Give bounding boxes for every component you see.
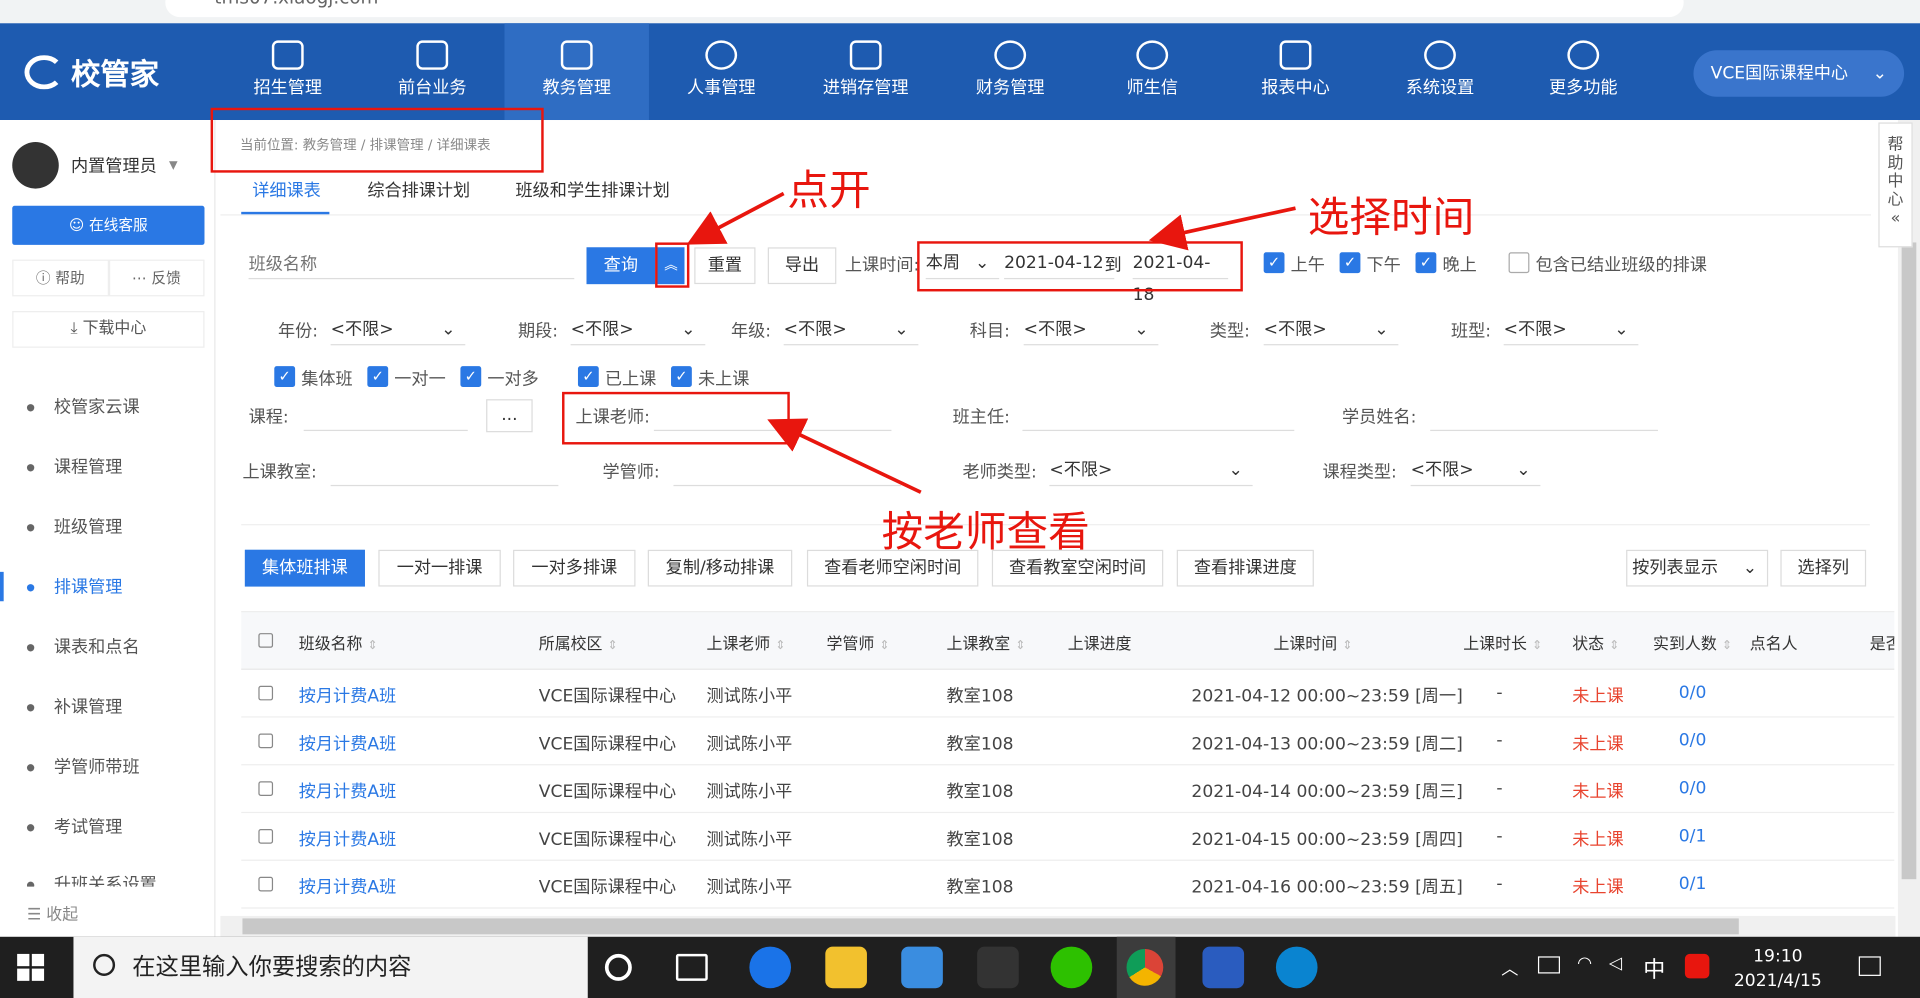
wechat-icon[interactable] [1050,946,1093,989]
arrow-open [686,191,785,245]
arrow-teacher [767,418,922,494]
taskbar-clock[interactable]: 19:10 2021/4/15 [1734,944,1822,993]
notification-icon[interactable] [1858,956,1881,976]
search-icon [93,953,116,976]
annotation-open: 点开 [787,166,871,216]
windows-taskbar: 在这里输入你要搜索的内容 ︿ ◠ ◁ 中 19:10 2021/4/15 [0,936,1920,998]
wifi-icon[interactable]: ◠ [1577,954,1592,974]
file-explorer-icon[interactable] [825,946,867,989]
chrome-active-slot[interactable] [1116,936,1176,998]
volume-icon[interactable]: ◁ [1609,954,1622,974]
word-icon[interactable] [1202,946,1245,989]
annotation-by-teacher: 按老师查看 [881,508,1090,558]
search-app-icon[interactable] [749,946,792,989]
tray-chevron-up-icon[interactable]: ︿ [1501,956,1518,980]
chrome-icon [1126,949,1164,986]
search-placeholder: 在这里输入你要搜索的内容 [132,953,412,981]
taskbar-search[interactable]: 在这里输入你要搜索的内容 [73,936,588,998]
mail-icon[interactable] [901,946,943,989]
edge-icon[interactable] [1275,946,1318,989]
app-icon[interactable] [977,946,1019,989]
clock-date: 2021/4/15 [1733,971,1822,991]
task-view-icon[interactable] [675,953,708,981]
battery-icon[interactable] [1537,956,1561,974]
cortana-icon[interactable] [604,953,632,981]
windows-start-button[interactable] [17,953,46,981]
clock-time: 19:10 [1753,946,1803,967]
sogou-icon[interactable] [1684,953,1710,979]
annotation-select-time: 选择时间 [1307,193,1475,243]
arrow-time [1148,206,1296,251]
ime-indicator[interactable]: 中 [1643,953,1665,985]
